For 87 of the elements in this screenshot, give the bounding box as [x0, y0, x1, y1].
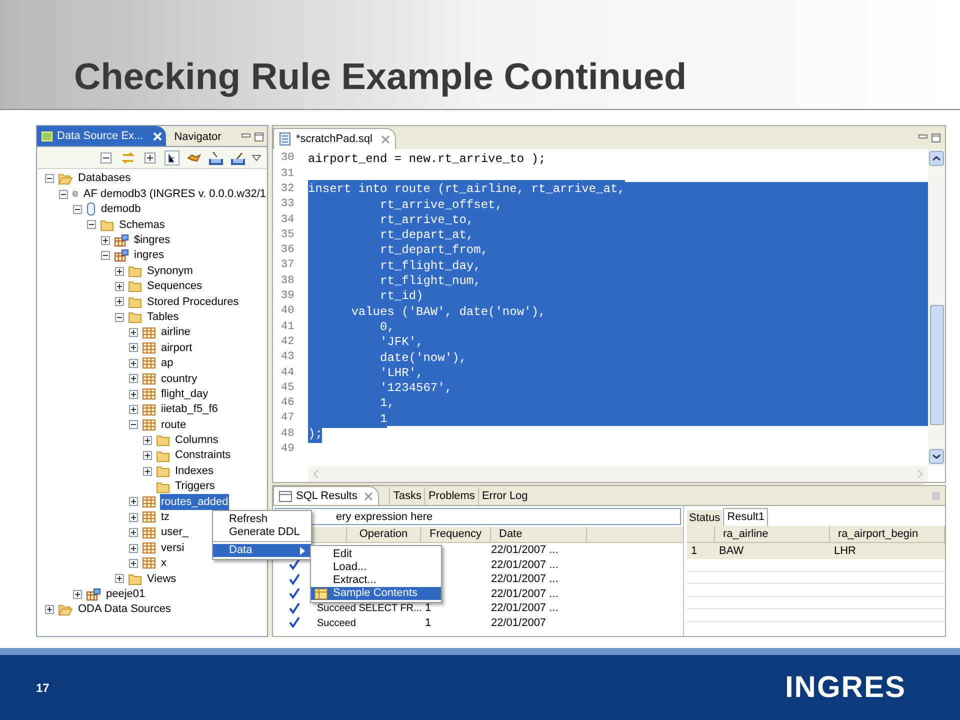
slide-title: Checking Rule Example Continued: [74, 58, 687, 95]
line-number: 34: [280, 212, 296, 228]
view-tab[interactable]: Error Log: [478, 487, 531, 505]
column-header[interactable]: Operation: [347, 527, 421, 542]
menu-item[interactable]: Sample Contents: [311, 587, 441, 600]
tree-item[interactable]: routes_added: [160, 494, 230, 510]
line-number: 30: [280, 151, 296, 166]
menu-item[interactable]: Load...: [311, 561, 441, 574]
line-number: 48: [280, 426, 296, 442]
tree-item[interactable]: route: [160, 416, 188, 434]
view-tab[interactable]: Navigator: [166, 128, 230, 146]
menu-item[interactable]: Edit: [311, 548, 441, 561]
tree-item[interactable]: airport: [160, 340, 194, 356]
result-tab[interactable]: Status: [687, 510, 722, 526]
editor-tab[interactable]: *scratchPad.sql: [273, 128, 396, 149]
table-cell-text: 22/01/2007 ...: [491, 543, 558, 558]
table-cell: 1: [425, 616, 432, 628]
line-number: 42: [280, 334, 296, 350]
tree-item[interactable]: Databases: [77, 170, 132, 187]
tree-item[interactable]: versi: [160, 540, 186, 556]
tree-item[interactable]: Schemas: [118, 216, 166, 234]
tree-item[interactable]: Views: [146, 570, 178, 588]
table-cell: 1: [425, 602, 432, 614]
line-number: 46: [280, 396, 296, 412]
column-header[interactable]: Frequency: [421, 527, 491, 542]
table-cell-text: 22/01/2007: [491, 616, 546, 630]
tree-item[interactable]: user_: [160, 524, 190, 541]
tree-item[interactable]: ODA Data Sources: [77, 601, 172, 618]
query-field[interactable]: ery expression here: [275, 508, 681, 525]
code-line: airport_end = new.rt_arrive_to );: [308, 150, 546, 168]
line-number: 37: [280, 258, 296, 274]
line-number: 45: [280, 380, 296, 396]
line-number: 38: [280, 274, 296, 289]
tree-item[interactable]: airline: [160, 324, 192, 341]
tree-item[interactable]: Triggers: [174, 478, 216, 495]
view-tab[interactable]: SQL Results: [273, 486, 380, 505]
view-tab[interactable]: Problems: [424, 487, 478, 505]
column-header[interactable]: ra_airline: [715, 526, 830, 542]
tree-item[interactable]: Columns: [174, 432, 220, 449]
tree-item[interactable]: ingres: [133, 247, 165, 264]
tree-item[interactable]: country: [160, 370, 198, 388]
tree-item[interactable]: Stored Procedures: [146, 294, 240, 310]
tree-item[interactable]: ap: [160, 355, 174, 372]
menu-item[interactable]: Data: [213, 544, 311, 557]
table-cell-text: 22/01/2007 ...: [491, 586, 558, 602]
table-cell: Succeed SELECT FR...: [317, 603, 422, 614]
line-number: 35: [280, 228, 296, 243]
line-number: 40: [280, 304, 296, 320]
tree-item[interactable]: Sequences: [146, 278, 204, 295]
line-number: 41: [280, 320, 296, 335]
line-number: 36: [280, 243, 296, 258]
table-cell-text: 22/01/2007 ...: [491, 601, 558, 616]
line-number: 47: [280, 411, 296, 426]
tree-item[interactable]: iietab_f5_f6: [160, 401, 219, 418]
table-cell-text: BAW: [718, 544, 745, 559]
menu-item[interactable]: Generate DDL: [213, 526, 311, 539]
page-number: 17: [36, 680, 50, 696]
result-tab[interactable]: Result1: [723, 508, 768, 526]
tree-item[interactable]: Tables: [146, 308, 180, 326]
tree-item[interactable]: demodb: [100, 201, 142, 218]
tree-item[interactable]: $ingres: [133, 232, 172, 249]
tree-item[interactable]: x: [160, 555, 168, 572]
table-cell: Succeed: [317, 618, 356, 628]
row-number: 1: [690, 544, 698, 559]
tree-item[interactable]: Constraints: [174, 447, 232, 464]
view-tab[interactable]: Tasks: [389, 487, 424, 505]
tree-item[interactable]: peeje01: [105, 586, 146, 602]
tree-item[interactable]: Indexes: [174, 462, 215, 480]
line-number: 33: [280, 197, 296, 212]
logo: INGRES: [784, 670, 906, 706]
column-header[interactable]: ra_airport_begin: [830, 526, 945, 542]
line-number: 31: [280, 166, 296, 182]
table-cell-text: 22/01/2007 ...: [491, 572, 558, 587]
column-header[interactable]: Date: [491, 527, 587, 542]
tree-item[interactable]: tz: [160, 509, 171, 526]
line-number: 49: [280, 442, 296, 458]
line-number: 32: [280, 182, 296, 197]
table-cell-text: LHR: [833, 544, 858, 559]
table-cell-text: 22/01/2007 ...: [491, 558, 558, 572]
menu-item[interactable]: Extract...: [311, 574, 441, 587]
view-tab[interactable]: Data Source Ex...: [37, 126, 166, 146]
tree-item[interactable]: Synonym: [146, 262, 194, 280]
line-number: 44: [280, 366, 296, 381]
line-number: 43: [280, 350, 296, 366]
line-number: 39: [280, 289, 296, 304]
tree-item[interactable]: AF demodb3 (INGRES v. 0.0.0.w32/1: [82, 186, 267, 202]
tree-item[interactable]: flight_day: [160, 386, 210, 402]
